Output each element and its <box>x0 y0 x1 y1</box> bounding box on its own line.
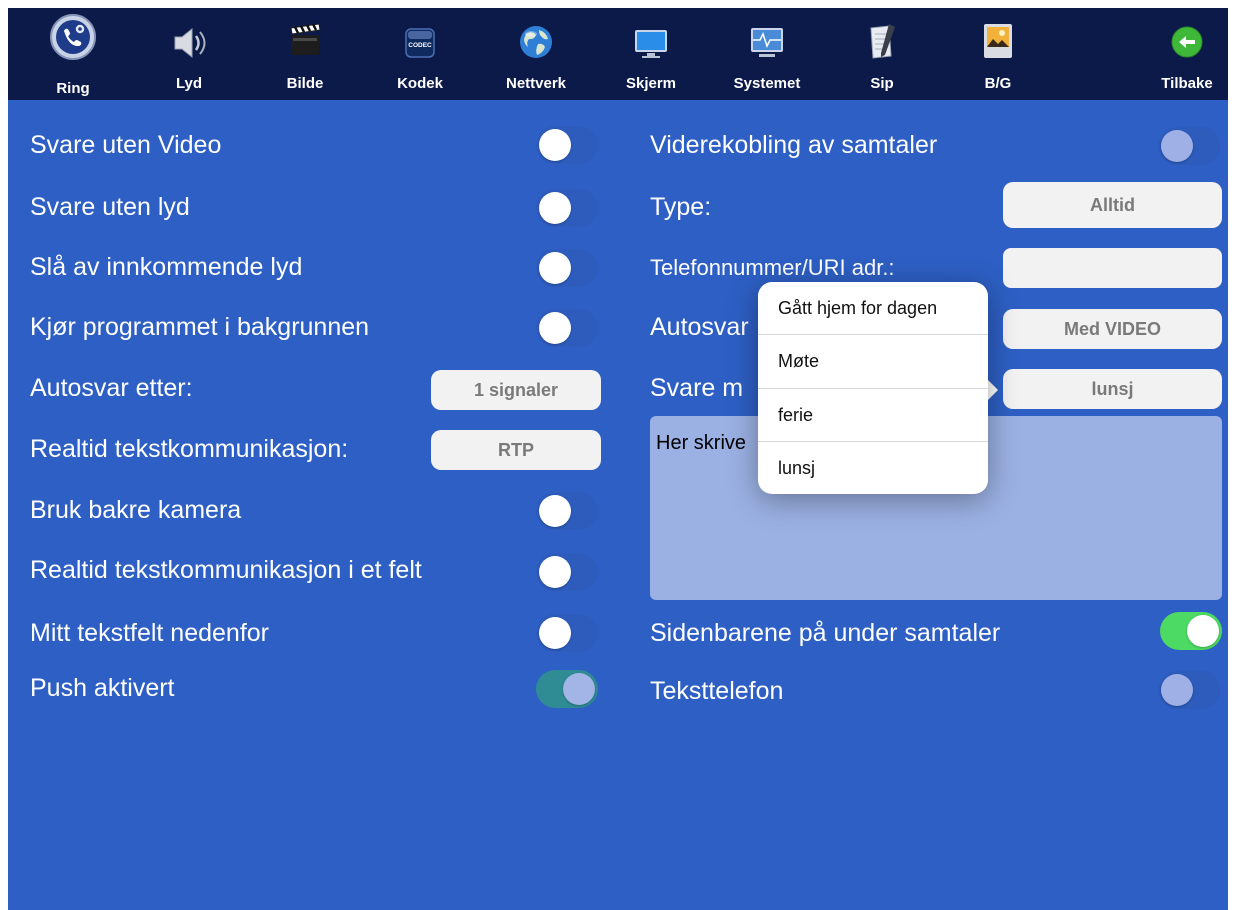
system-monitor-icon <box>751 28 783 57</box>
toggle-knob <box>1161 674 1193 706</box>
call-forwarding-toggle[interactable] <box>1158 127 1220 165</box>
answer-message-popover: Gått hjem for dagen Møte ferie lunsj <box>758 282 988 494</box>
toggle-knob <box>539 617 571 649</box>
answer-without-video-toggle[interactable] <box>536 126 598 164</box>
toolbar-item-systemet[interactable]: Systemet <box>712 8 822 100</box>
toolbar-item-kodek[interactable]: CODEC Kodek <box>365 8 475 100</box>
toggle-knob <box>539 192 571 224</box>
my-textfield-below-label: Mitt tekstfelt nedenfor <box>30 619 270 647</box>
toolbar-label: Systemet <box>733 75 801 92</box>
type-select[interactable]: Alltid <box>1003 182 1222 228</box>
phone-gear-icon <box>50 14 96 60</box>
toolbar-item-sip[interactable]: Sip <box>827 8 937 100</box>
phone-uri-label: Telefonnummer/URI adr.: <box>650 255 895 280</box>
toolbar-item-bg[interactable]: B/G <box>943 8 1053 100</box>
answer-with-select[interactable]: lunsj <box>1003 369 1222 409</box>
run-in-background-label: Kjør programmet i bakgrunnen <box>30 313 370 341</box>
realtime-text-label: Realtid tekstkommunikasjon: <box>30 435 349 463</box>
toolbar-label: Kodek <box>397 75 443 92</box>
svg-text:CODEC: CODEC <box>408 42 432 49</box>
autoanswer-select[interactable]: Med VIDEO <box>1003 309 1222 349</box>
toolbar-item-ring[interactable]: Ring <box>18 8 128 100</box>
toolbar-label: B/G <box>984 75 1012 92</box>
toolbar-label: Tilbake <box>1161 75 1213 92</box>
monitor-icon <box>635 30 667 58</box>
toggle-knob <box>539 495 571 527</box>
toggle-knob <box>539 312 571 344</box>
toolbar-label: Sip <box>870 75 894 92</box>
toolbar-label: Ring <box>56 80 90 97</box>
autoanswer-after-select[interactable]: 1 signaler <box>431 370 601 410</box>
picture-icon <box>984 24 1012 58</box>
toggle-knob <box>539 556 571 588</box>
text-telephone-label: Teksttelefon <box>650 677 784 705</box>
globe-icon <box>520 26 552 58</box>
toolbar-item-nettverk[interactable]: Nettverk <box>481 8 591 100</box>
use-back-camera-toggle[interactable] <box>536 492 598 530</box>
autoanswer-label: Autosvar <box>650 313 749 341</box>
realtime-text-single-field-label: Realtid tekstkommunikasjon i et felt <box>30 556 422 584</box>
popover-option[interactable]: Gått hjem for dagen <box>758 282 988 335</box>
answer-with-label: Svare m <box>650 374 744 402</box>
phone-uri-input[interactable] <box>1003 248 1222 288</box>
toolbar-item-lyd[interactable]: Lyd <box>134 8 244 100</box>
push-enabled-label: Push aktivert <box>30 674 175 702</box>
toolbar-item-bilde[interactable]: Bilde <box>250 8 360 100</box>
back-arrow-icon <box>1171 26 1203 58</box>
popover-option[interactable]: lunsj <box>758 442 988 495</box>
sidebars-during-calls-label: Sidenbarene på under samtaler <box>650 619 1001 647</box>
answer-without-video-label: Svare uten Video <box>30 131 222 159</box>
run-in-background-toggle[interactable] <box>536 309 598 347</box>
toolbar-item-skjerm[interactable]: Skjerm <box>596 8 706 100</box>
popover-option[interactable]: ferie <box>758 389 988 442</box>
realtime-text-single-field-toggle[interactable] <box>536 553 598 591</box>
popover-option[interactable]: Møte <box>758 335 988 388</box>
toolbar-item-tilbake[interactable]: Tilbake <box>1132 8 1228 100</box>
sidebars-during-calls-toggle[interactable] <box>1160 612 1222 650</box>
mute-incoming-audio-label: Slå av innkommende lyd <box>30 253 303 281</box>
toggle-knob <box>1161 130 1193 162</box>
toggle-knob <box>1187 615 1219 647</box>
toolbar-label: Skjerm <box>625 75 677 92</box>
realtime-text-select[interactable]: RTP <box>431 430 601 470</box>
toggle-knob <box>563 673 595 705</box>
use-back-camera-label: Bruk bakre kamera <box>30 496 242 524</box>
clapperboard-icon <box>290 23 321 55</box>
settings-screen: Ring Lyd Bilde CODEC Kodek Nettverk Skje… <box>8 8 1228 910</box>
type-label: Type: <box>650 193 712 221</box>
toolbar-label: Nettverk <box>505 75 567 92</box>
push-enabled-toggle[interactable] <box>536 670 598 708</box>
mute-incoming-audio-toggle[interactable] <box>536 249 598 287</box>
toolbar-label: Lyd <box>175 75 203 92</box>
autoanswer-after-label: Autosvar etter: <box>30 374 193 402</box>
top-toolbar: Ring Lyd Bilde CODEC Kodek Nettverk Skje… <box>8 8 1228 100</box>
my-textfield-below-toggle[interactable] <box>536 614 598 652</box>
text-telephone-toggle[interactable] <box>1158 671 1220 709</box>
toggle-knob <box>539 252 571 284</box>
toolbar-label: Bilde <box>286 75 324 92</box>
codec-chip-icon: CODEC <box>405 28 435 58</box>
speaker-icon <box>174 27 206 59</box>
call-forwarding-label: Viderekobling av samtaler <box>650 131 938 159</box>
toggle-knob <box>539 129 571 161</box>
notepad-icon <box>870 24 895 59</box>
answer-without-audio-toggle[interactable] <box>536 189 598 227</box>
answer-without-audio-label: Svare uten lyd <box>30 193 190 221</box>
